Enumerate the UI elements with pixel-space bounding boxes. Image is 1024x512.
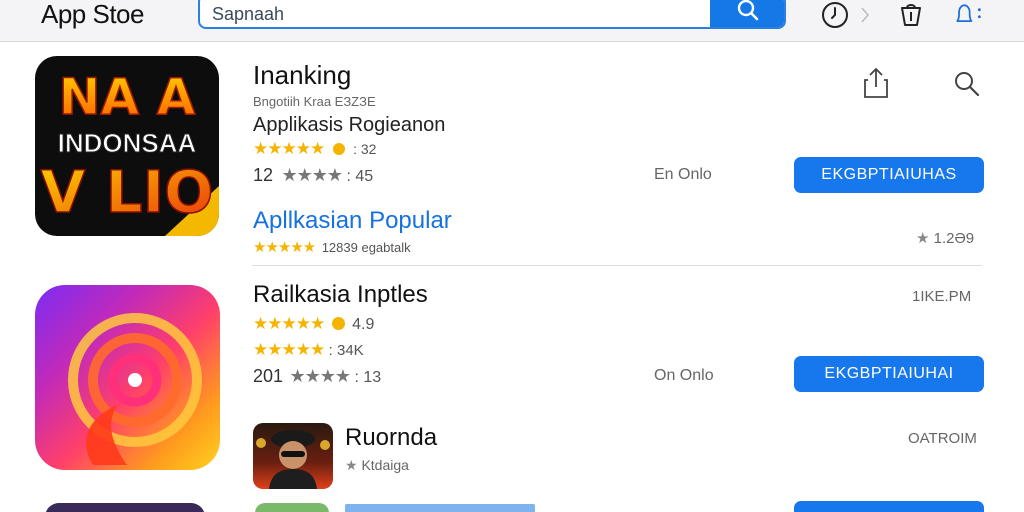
app3-icon[interactable] <box>253 423 333 489</box>
shopping-bag-icon[interactable] <box>896 1 926 29</box>
app4-action-button[interactable] <box>794 501 984 512</box>
featured-status: En Onlo <box>654 166 712 183</box>
featured-app-icon[interactable]: NA A INDONSAA V LIO <box>35 56 219 236</box>
review-stars: ★★★★ <box>281 165 343 185</box>
app2-status: On Onlo <box>654 367 714 384</box>
svg-text:V LIO: V LIO <box>41 158 214 226</box>
rating-dot-icon <box>331 317 345 330</box>
svg-text:INDONSAA: INDONSAA <box>58 128 197 158</box>
app3-name[interactable]: Ruornda <box>345 424 437 452</box>
search-button[interactable] <box>710 0 784 27</box>
star-icon: ★ <box>345 457 358 473</box>
search-icon <box>736 0 760 25</box>
star-icon: ★ <box>916 230 930 247</box>
rating-dot-icon <box>332 143 345 155</box>
app4-thumb[interactable] <box>255 503 329 512</box>
app2-review-value: : 13 <box>354 369 382 386</box>
top-bar: App Stoe <box>0 0 1024 42</box>
app2-rating-value: 4.9 <box>352 316 375 333</box>
rating-value: : 32 <box>353 141 377 157</box>
app2-rating2-stars: ★★★★★ <box>253 340 325 359</box>
rating-stars: ★★★★★ <box>253 139 325 158</box>
section-title[interactable]: Apllkasian Popular <box>253 207 452 235</box>
app-title: App Stoe <box>41 0 144 29</box>
app4-title-fragment[interactable] <box>345 504 535 512</box>
featured-app-logo: NA A INDONSAA V LIO <box>40 67 219 236</box>
review-count: 12 <box>253 165 274 185</box>
section-rating: ★★★★★ 12839 egabtalk <box>253 238 411 257</box>
app2-logo <box>68 313 202 465</box>
app2-rating-stars: ★★★★★ <box>253 314 325 333</box>
clock-icon[interactable] <box>820 1 850 29</box>
featured-app-name[interactable]: Inanking <box>253 60 351 91</box>
app2-rating: ★★★★★ 4.9 <box>253 314 374 334</box>
app2-review-count: 201 <box>253 366 284 386</box>
featured-app-category: Applikasis Rogieanon <box>253 114 446 136</box>
featured-action-button[interactable]: EKGBPTIAIUHAS <box>794 157 984 193</box>
svg-text:NA A: NA A <box>59 68 196 126</box>
share-icon[interactable] <box>862 66 890 100</box>
search-box[interactable] <box>198 0 786 29</box>
app2-name[interactable]: Railkasia Inptles <box>253 281 428 309</box>
app2-icon[interactable] <box>35 285 220 470</box>
app3-sub: ★ Ktdaiga <box>345 457 409 474</box>
app4-icon[interactable] <box>45 503 205 512</box>
section-right-text: 1.2Ә9 <box>933 230 975 247</box>
divider <box>252 265 982 266</box>
featured-reviews: 12 ★★★★ : 45 <box>253 165 373 186</box>
app2-rating2: ★★★★★ : 34K <box>253 340 364 360</box>
app2-right-meta: 1IKE.PM <box>912 288 972 305</box>
app3-logo <box>256 430 330 489</box>
bell-icon[interactable] <box>952 1 982 29</box>
search-small-icon[interactable] <box>953 70 981 98</box>
app2-review-stars: ★★★★ <box>289 366 352 386</box>
section-right-value: ★ 1.2Ә9 <box>916 229 974 247</box>
search-input[interactable] <box>212 2 702 26</box>
app3-right-meta: OATROIM <box>908 430 977 447</box>
app2-action-button[interactable]: EKGBPTIAIUHAI <box>794 356 984 392</box>
app2-rating2-value: : 34K <box>328 342 364 359</box>
featured-app-developer: Bngotiih Kraa EЗZЗE <box>253 94 376 109</box>
section-stars: ★★★★★ <box>253 239 316 256</box>
chevron-right-icon <box>858 1 872 29</box>
app3-sub-text: Ktdaiga <box>361 457 409 473</box>
review-value: : 45 <box>346 168 374 185</box>
featured-rating: ★★★★★ : 32 <box>253 139 376 159</box>
section-count: 12839 egabtalk <box>321 240 411 255</box>
app2-reviews: 201 ★★★★ : 13 <box>253 366 381 387</box>
